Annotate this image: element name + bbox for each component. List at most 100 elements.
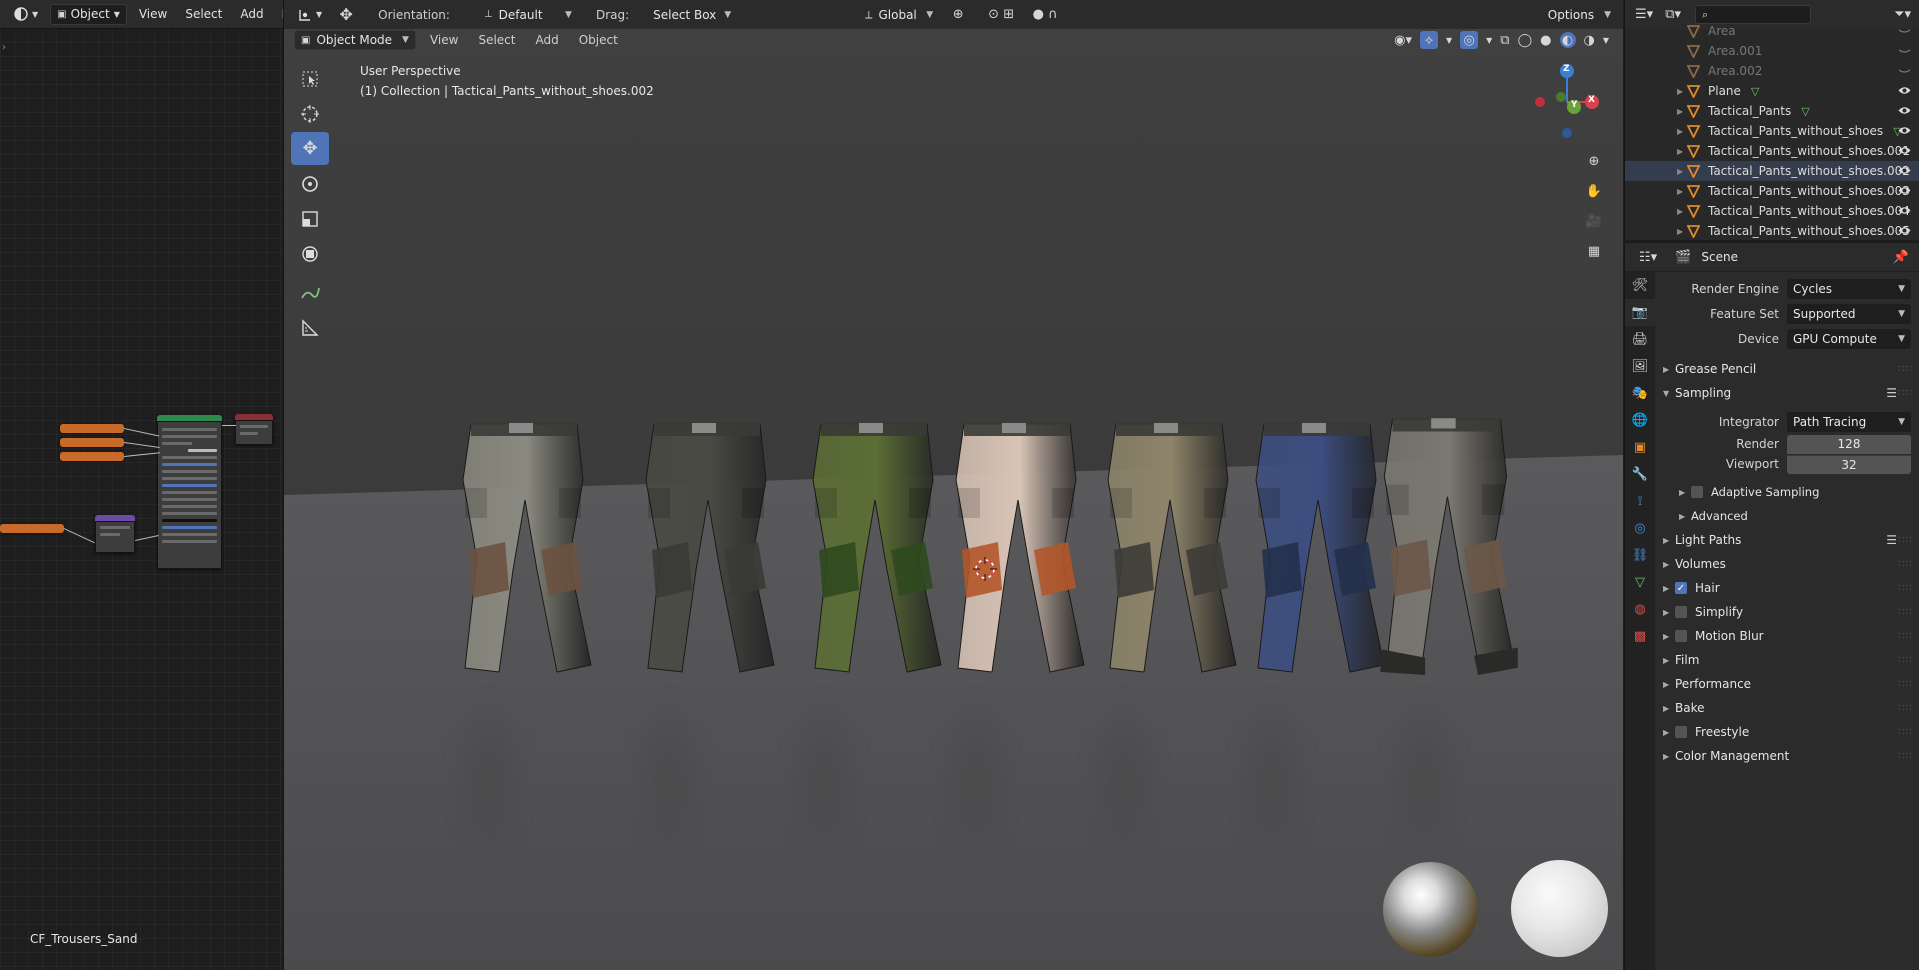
tab-world[interactable]: 🌐 [1625, 407, 1655, 434]
adaptive-sampling-checkbox[interactable] [1691, 486, 1703, 498]
overlays-icon[interactable]: ◎ [1460, 31, 1479, 49]
principled-bsdf-node[interactable] [157, 415, 222, 569]
eye-icon[interactable] [1898, 104, 1911, 118]
tab-scene[interactable]: 🎭 [1625, 380, 1655, 407]
device-dropdown[interactable]: GPU Compute ▼ [1787, 328, 1911, 349]
drag-handle-icon[interactable]: ∷∷ [1898, 559, 1913, 570]
move-tool[interactable]: ✥ [291, 132, 329, 165]
sidebar-toggle-icon[interactable]: › [2, 42, 6, 53]
outliner-item[interactable]: ▶ Tactical_Pants_without_shoes.004 [1625, 201, 1919, 221]
wireframe-shading-icon[interactable]: ◯ [1518, 33, 1533, 48]
menu-object[interactable]: Object [575, 33, 622, 47]
outliner-item[interactable]: ▶ Tactical_Pants_without_shoes.001 [1625, 141, 1919, 161]
image-texture-node-1[interactable] [60, 424, 124, 433]
eye-icon[interactable] [1898, 224, 1911, 238]
tab-modifiers[interactable]: 🔧 [1625, 461, 1655, 488]
solid-shading-icon[interactable]: ● [1540, 33, 1551, 48]
drag-handle-icon[interactable]: ∷∷ [1898, 535, 1913, 546]
menu-select[interactable]: Select [179, 7, 228, 21]
menu-view[interactable]: View [133, 7, 173, 21]
outliner[interactable]: ☰▾ ⧉▾ ⌕ ⏷▾ Area Area.001 Area.002 ▶ Plane ▽ ▶ T… [1624, 0, 1919, 240]
outliner-editor-icon[interactable]: ☰▾ [1635, 7, 1653, 22]
image-texture-node-4[interactable] [0, 524, 64, 533]
eye-icon[interactable] [1898, 124, 1911, 138]
image-texture-node-2[interactable] [60, 438, 124, 447]
outliner-item[interactable]: ▶ Tactical_Pants_without_shoes.003 [1625, 181, 1919, 201]
hidden-icon[interactable] [1898, 64, 1911, 78]
mode-dropdown[interactable]: ▣ Object Mode ▼ [294, 30, 416, 50]
drag-handle-icon[interactable]: ∷∷ [1898, 703, 1913, 714]
properties-editor-icon[interactable]: ☷▾ [1639, 250, 1657, 265]
render-engine-dropdown[interactable]: Cycles ▼ [1787, 278, 1911, 299]
outliner-item[interactable]: ▶ Plane ▽ [1625, 81, 1919, 101]
menu-select[interactable]: Select [474, 33, 519, 47]
pants-model[interactable] [1104, 410, 1239, 678]
select-box-tool[interactable] [291, 62, 329, 95]
properties-editor[interactable]: ☷▾ 🎬 Scene 📌 🛠 📷 🖨 🖼 🎭 🌐 ▣ 🔧 ⟟ ◎ ⛓ ▽ ◍ ▩… [1624, 243, 1919, 970]
presets-icon[interactable]: ☰ [1886, 533, 1897, 547]
outliner-item[interactable]: ▶ Tactical_Pants_without_shoes.005 [1625, 221, 1919, 240]
xray-icon[interactable]: ⧉ [1500, 33, 1509, 48]
panel-light-paths[interactable]: ▶ Light Paths ☰ ∷∷ [1655, 528, 1919, 552]
pants-model[interactable] [809, 410, 944, 678]
menu-add[interactable]: Add [234, 7, 269, 21]
camera-view-button[interactable]: 🎥 [1579, 206, 1609, 236]
navigation-gizmo[interactable]: Z X Y [1525, 60, 1609, 144]
scale-tool[interactable] [291, 202, 329, 235]
tab-material[interactable]: ◍ [1625, 596, 1655, 623]
drag-dropdown[interactable]: Select Box ▼ [647, 4, 738, 25]
pants-model[interactable] [1369, 405, 1529, 678]
pants-model[interactable] [459, 410, 594, 678]
tab-texture[interactable]: ▩ [1625, 623, 1655, 650]
orientation-dropdown[interactable]: ⊥ Default ▼ [477, 4, 578, 25]
image-texture-node-3[interactable] [60, 452, 124, 461]
eye-icon[interactable] [1898, 184, 1911, 198]
menu-add[interactable]: Add [531, 33, 562, 47]
shader-node-editor[interactable]: ▼ ▣ Object ▼ View Select Add No › [0, 0, 283, 970]
pan-button[interactable]: ✋ [1579, 176, 1609, 206]
visibility-icon[interactable]: ◉▾ [1394, 33, 1412, 48]
tab-constraints[interactable]: ⛓ [1625, 542, 1655, 569]
drag-handle-icon[interactable]: ∷∷ [1898, 655, 1913, 666]
panel-hair[interactable]: ▶ ✓ Hair ∷∷ [1655, 576, 1919, 600]
pants-model[interactable] [642, 410, 777, 678]
outliner-item[interactable]: ▶ Tactical_Pants_without_shoes.002 [1625, 161, 1919, 181]
editor-type-button[interactable]: ▼ [292, 4, 329, 25]
chevron-down-icon[interactable]: ▼ [1486, 36, 1492, 45]
outliner-item[interactable]: Area [1625, 21, 1919, 41]
freestyle-checkbox[interactable] [1675, 726, 1687, 738]
panel-color-management[interactable]: ▶ Color Management ∷∷ [1655, 744, 1919, 768]
menu-node[interactable]: No [276, 7, 283, 21]
ortho-toggle-button[interactable]: ▦ [1579, 236, 1609, 266]
panel-advanced[interactable]: ▶ Advanced [1655, 504, 1919, 528]
drag-handle-icon[interactable]: ∷∷ [1898, 679, 1913, 690]
rendered-shading-icon[interactable]: ◑ [1584, 33, 1595, 48]
drag-handle-icon[interactable]: ∷∷ [1898, 607, 1913, 618]
pivot-point-icon[interactable]: ⊕ [943, 7, 973, 22]
panel-volumes[interactable]: ▶ Volumes ∷∷ [1655, 552, 1919, 576]
eye-icon[interactable] [1898, 164, 1911, 178]
chevron-down-icon[interactable]: ▼ [1603, 36, 1609, 45]
panel-adaptive-sampling[interactable]: ▶ Adaptive Sampling [1655, 480, 1919, 504]
tab-tool[interactable]: 🛠 [1625, 272, 1655, 299]
transform-icon[interactable]: ✥ [332, 5, 360, 24]
expand-arrow-icon[interactable]: ▶ [1677, 87, 1683, 96]
expand-arrow-icon[interactable]: ▶ [1677, 127, 1683, 136]
editor-type-button[interactable]: ▼ [8, 3, 45, 25]
normal-map-node[interactable] [95, 515, 135, 553]
zoom-button[interactable]: ⊕ [1579, 146, 1609, 176]
expand-arrow-icon[interactable]: ▶ [1677, 147, 1683, 156]
panel-sampling[interactable]: ▼ Sampling ☰ ∷∷ [1655, 381, 1919, 405]
proportional-edit-icon[interactable]: ● ∩ [1025, 7, 1065, 22]
material-output-node[interactable] [235, 414, 273, 445]
snap-icon[interactable]: ⊙ ⊞ [981, 7, 1021, 22]
expand-arrow-icon[interactable]: ▶ [1677, 187, 1683, 196]
hidden-icon[interactable] [1898, 24, 1911, 38]
expand-arrow-icon[interactable]: ▶ [1677, 207, 1683, 216]
tab-data[interactable]: ▽ [1625, 569, 1655, 596]
expand-arrow-icon[interactable]: ▶ [1677, 167, 1683, 176]
rotate-tool[interactable] [291, 167, 329, 200]
transform-space-dropdown[interactable]: ⟂ Global ▼ [859, 4, 940, 25]
mesh-data-icon[interactable]: ▽ [1801, 105, 1809, 118]
tab-particles[interactable]: ⟟ [1625, 488, 1655, 515]
